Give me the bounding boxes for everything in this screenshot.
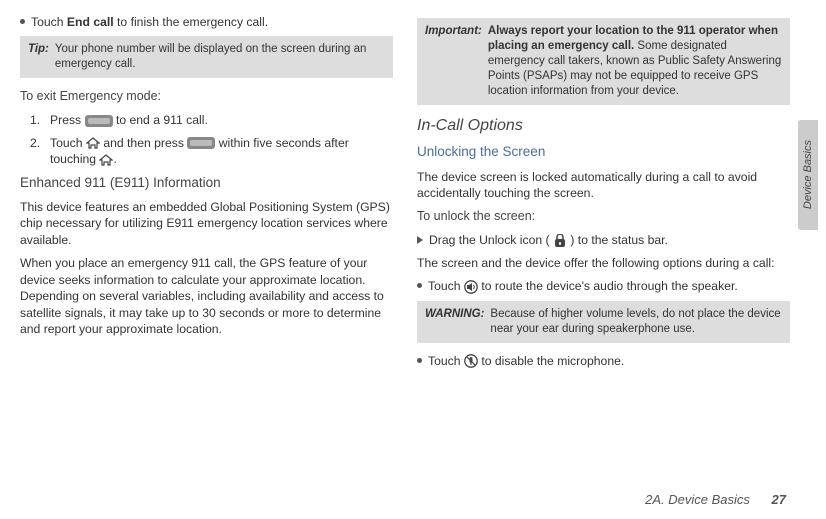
home-icon bbox=[99, 154, 113, 166]
in-call-options-head: In-Call Options bbox=[417, 115, 790, 137]
warning-box: WARNING: Because of higher volume levels… bbox=[417, 301, 790, 343]
t: Touch bbox=[428, 279, 464, 293]
side-tab: Device Basics bbox=[798, 120, 818, 230]
side-tab-label: Device Basics bbox=[802, 140, 814, 209]
bullet-end-call: Touch End call to finish the emergency c… bbox=[20, 14, 393, 30]
step-1: 1. Press to end a 911 call. bbox=[30, 112, 393, 128]
left-column: Touch End call to finish the emergency c… bbox=[20, 14, 393, 375]
t: Press bbox=[50, 113, 85, 127]
step-body: Touch and then press within five seconds… bbox=[50, 135, 393, 168]
mute-mic-icon bbox=[464, 354, 478, 368]
t4: . bbox=[113, 152, 116, 166]
footer-page: 27 bbox=[772, 492, 786, 507]
triangle-bullet-icon bbox=[417, 236, 423, 244]
t: Drag the Unlock icon ( bbox=[429, 233, 550, 247]
bullet-text: Touch End call to finish the emergency c… bbox=[31, 14, 268, 30]
mute-text: Touch to disable the microphone. bbox=[428, 353, 624, 369]
t: Touch bbox=[428, 354, 464, 368]
important-text: Always report your location to the 911 o… bbox=[488, 24, 782, 99]
t-bold: End call bbox=[67, 15, 114, 29]
warning-label: WARNING: bbox=[425, 307, 484, 337]
step-num: 1. bbox=[30, 112, 44, 128]
step-num: 2. bbox=[30, 135, 44, 151]
options-para: The screen and the device offer the foll… bbox=[417, 255, 790, 271]
bullet-icon bbox=[417, 283, 422, 288]
footer-section: 2A. Device Basics bbox=[645, 492, 750, 507]
e911-para2: When you place an emergency 911 call, th… bbox=[20, 255, 393, 337]
bullet-icon bbox=[20, 19, 25, 24]
unlocking-screen-head: Unlocking the Screen bbox=[417, 143, 790, 161]
tip-box: Tip: Your phone number will be displayed… bbox=[20, 36, 393, 78]
lock-icon bbox=[553, 234, 567, 248]
e911-para1: This device features an embedded Global … bbox=[20, 199, 393, 248]
page-columns: Touch End call to finish the emergency c… bbox=[0, 0, 826, 385]
tip-text: Your phone number will be displayed on t… bbox=[55, 42, 385, 72]
bullet-icon bbox=[417, 358, 422, 363]
t2: to finish the emergency call. bbox=[114, 15, 268, 29]
speaker-icon bbox=[464, 280, 478, 294]
mute-row: Touch to disable the microphone. bbox=[417, 353, 790, 369]
t2: to end a 911 call. bbox=[116, 113, 208, 127]
t2: to disable the microphone. bbox=[481, 354, 624, 368]
step-body: Press to end a 911 call. bbox=[50, 112, 208, 128]
end-key-icon bbox=[187, 137, 215, 149]
step-2: 2. Touch and then press within five seco… bbox=[30, 135, 393, 168]
speaker-row: Touch to route the device's audio throug… bbox=[417, 278, 790, 294]
unlock-para: The device screen is locked automaticall… bbox=[417, 169, 790, 202]
t2: to route the device's audio through the … bbox=[481, 279, 737, 293]
exit-emergency-head: To exit Emergency mode: bbox=[20, 88, 393, 105]
to-unlock-head: To unlock the screen: bbox=[417, 208, 790, 225]
tip-label: Tip: bbox=[28, 42, 49, 72]
footer: 2A. Device Basics 27 bbox=[645, 492, 786, 507]
t2: and then press bbox=[103, 136, 187, 150]
t2: ) to the status bar. bbox=[570, 233, 668, 247]
drag-unlock-row: Drag the Unlock icon ( ) to the status b… bbox=[417, 232, 790, 248]
speaker-text: Touch to route the device's audio throug… bbox=[428, 278, 738, 294]
end-key-icon bbox=[85, 115, 113, 127]
important-label: Important: bbox=[425, 24, 482, 99]
t: Touch bbox=[50, 136, 86, 150]
home-icon bbox=[86, 137, 100, 149]
drag-text: Drag the Unlock icon ( ) to the status b… bbox=[429, 232, 668, 248]
important-box: Important: Always report your location t… bbox=[417, 18, 790, 105]
e911-head: Enhanced 911 (E911) Information bbox=[20, 174, 393, 192]
imp-bold: Always report your location to the 911 o… bbox=[488, 25, 778, 52]
warning-text: Because of higher volume levels, do not … bbox=[490, 307, 782, 337]
right-column: Important: Always report your location t… bbox=[417, 14, 790, 375]
t: Touch bbox=[31, 15, 67, 29]
